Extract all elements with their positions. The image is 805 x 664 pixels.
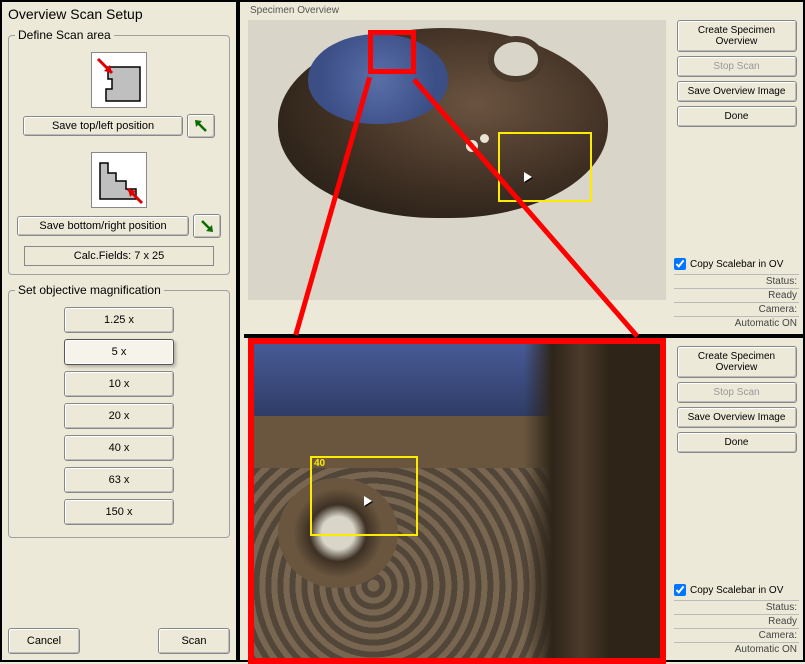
camera-value-top: Automatic ON — [674, 316, 799, 330]
save-top-left-button[interactable]: Save top/left position — [23, 116, 183, 136]
save-bottom-right-button[interactable]: Save bottom/right position — [17, 216, 189, 236]
magnification-option-1.25x[interactable]: 1.25 x — [64, 307, 174, 333]
copy-scalebar-checkbox-top[interactable]: Copy Scalebar in OV — [674, 258, 799, 270]
arrow-down-right-icon — [199, 218, 215, 234]
save-overview-button-bottom[interactable]: Save Overview Image — [677, 407, 797, 428]
camera-label-bottom: Camera: — [674, 628, 799, 642]
calc-fields-display: Calc.Fields: 7 x 25 — [24, 246, 214, 266]
magnification-option-63x[interactable]: 63 x — [64, 467, 174, 493]
top-side-controls: Create Specimen Overview Stop Scan Save … — [674, 20, 799, 127]
overview-scan-setup-panel: Overview Scan Setup Define Scan area Sav… — [2, 2, 240, 660]
save-overview-button-top[interactable]: Save Overview Image — [677, 81, 797, 102]
panel-title: Overview Scan Setup — [6, 4, 232, 26]
stop-scan-button-bottom[interactable]: Stop Scan — [677, 382, 797, 403]
set-magnification-group: Set objective magnification 1.25 x 5 x 10 … — [8, 283, 230, 538]
status-block-bottom: Copy Scalebar in OV Status: Ready Camera… — [674, 584, 799, 656]
zoom-target-box — [248, 338, 666, 664]
bottom-side-controls: Create Specimen Overview Stop Scan Save … — [674, 346, 799, 453]
magnification-option-40x[interactable]: 40 x — [64, 435, 174, 461]
create-overview-button-top[interactable]: Create Specimen Overview — [677, 20, 797, 52]
specimen-overview-top: Specimen Overview Create Specimen Overvi… — [244, 2, 803, 334]
set-magnification-legend: Set objective magnification — [15, 283, 164, 297]
overview-image-top[interactable] — [248, 20, 666, 300]
copy-scalebar-input-top[interactable] — [674, 258, 686, 270]
overview-image-bottom[interactable]: 40 — [248, 338, 666, 664]
define-scan-area-group: Define Scan area Save top/left position … — [8, 28, 230, 275]
status-label-top: Status: — [674, 274, 799, 288]
create-overview-button-bottom[interactable]: Create Specimen Overview — [677, 346, 797, 378]
specimen-overview-bottom: 40 Create Specimen Overview Stop Scan Sa… — [244, 334, 803, 660]
specimen-overview-title: Specimen Overview — [244, 2, 803, 19]
copy-scalebar-input-bottom[interactable] — [674, 584, 686, 596]
magnification-option-20x[interactable]: 20 x — [64, 403, 174, 429]
define-scan-area-legend: Define Scan area — [15, 28, 114, 42]
status-value-top: Ready — [674, 288, 799, 302]
arrow-up-left-icon — [193, 118, 209, 134]
move-bottom-right-button[interactable] — [193, 214, 221, 238]
done-button-bottom[interactable]: Done — [677, 432, 797, 453]
scan-button[interactable]: Scan — [158, 628, 230, 654]
copy-scalebar-label: Copy Scalebar in OV — [690, 259, 783, 270]
bottom-right-icon — [91, 152, 147, 208]
status-block-top: Copy Scalebar in OV Status: Ready Camera… — [674, 258, 799, 330]
status-value-bottom: Ready — [674, 614, 799, 628]
zoom-source-box — [368, 30, 416, 74]
magnification-option-150x[interactable]: 150 x — [64, 499, 174, 525]
stop-scan-button-top[interactable]: Stop Scan — [677, 56, 797, 77]
viewer-area: Specimen Overview Create Specimen Overvi… — [244, 2, 803, 660]
move-top-left-button[interactable] — [187, 114, 215, 138]
camera-value-bottom: Automatic ON — [674, 642, 799, 656]
magnification-option-10x[interactable]: 10 x — [64, 371, 174, 397]
done-button-top[interactable]: Done — [677, 106, 797, 127]
top-left-icon — [91, 52, 147, 108]
camera-label-top: Camera: — [674, 302, 799, 316]
copy-scalebar-checkbox-bottom[interactable]: Copy Scalebar in OV — [674, 584, 799, 596]
magnification-option-5x[interactable]: 5 x — [64, 339, 174, 365]
status-label-bottom: Status: — [674, 600, 799, 614]
copy-scalebar-label-bottom: Copy Scalebar in OV — [690, 585, 783, 596]
cancel-button[interactable]: Cancel — [8, 628, 80, 654]
